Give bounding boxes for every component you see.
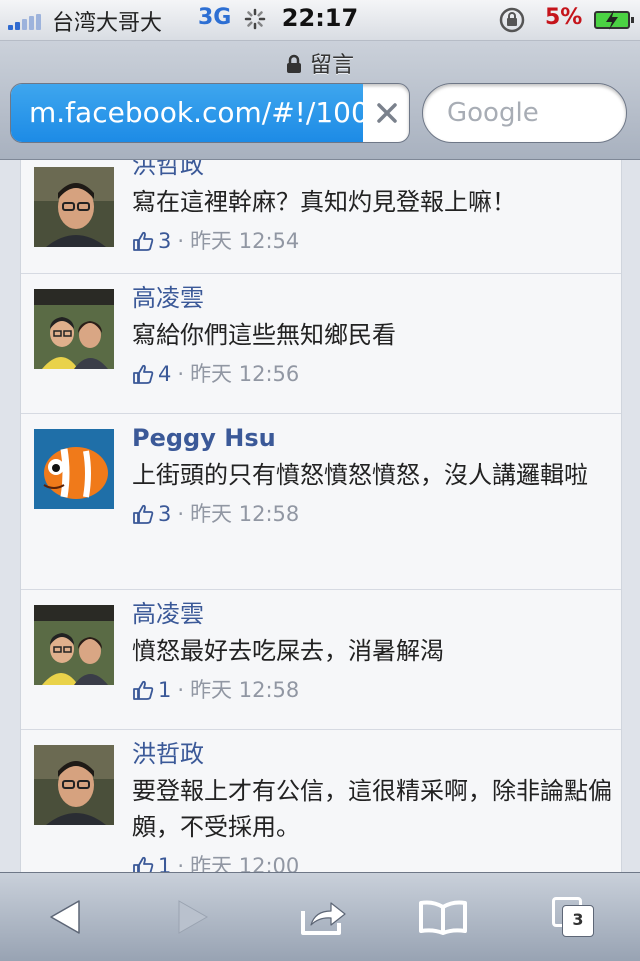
- comment-text: 憤怒最好去吃屎去，消暑解渴: [132, 637, 444, 665]
- comment-text: 上街頭的只有憤怒憤怒憤怒，沒人講邏輯啦: [132, 461, 588, 489]
- search-input[interactable]: Google: [422, 83, 627, 143]
- share-icon: [301, 902, 346, 935]
- comments-card: 洪哲政 寫在這裡幹麻？真知灼見登報上嘛！ 3 · 昨天 12:54 高凌雲 寫給…: [20, 160, 622, 872]
- avatar[interactable]: [34, 429, 114, 509]
- page-title-text: 留言: [309, 53, 354, 78]
- separator: ·: [177, 362, 185, 386]
- thumbs-up-icon[interactable]: [132, 503, 154, 525]
- page-title: 留言: [0, 47, 640, 79]
- close-icon: [377, 103, 397, 123]
- rotation-lock-icon: [499, 7, 525, 33]
- separator: ·: [177, 678, 185, 702]
- comment-meta: 1 · 昨天 12:58: [132, 675, 613, 705]
- comment-item: 高凌雲 憤怒最好去吃屎去，消暑解渴 1 · 昨天 12:58: [21, 590, 621, 730]
- comment-item: 高凌雲 寫給你們這些無知鄉民看 4 · 昨天 12:56: [21, 274, 621, 414]
- comment-time[interactable]: 昨天 12:58: [190, 499, 299, 529]
- avatar[interactable]: [34, 605, 114, 685]
- like-count: 1: [158, 678, 172, 702]
- bookmarks-book-icon: [419, 900, 467, 935]
- comment-author[interactable]: Peggy Hsu: [132, 421, 613, 455]
- comment-time[interactable]: 昨天 12:56: [190, 359, 299, 389]
- search-placeholder: Google: [447, 98, 539, 128]
- comment-text: 寫給你們這些無知鄉民看: [132, 321, 396, 349]
- like-count: 3: [158, 502, 172, 526]
- comment-author[interactable]: 洪哲政: [132, 160, 613, 182]
- comment-body: 洪哲政 寫在這裡幹麻？真知灼見登報上嘛！ 3 · 昨天 12:54: [132, 160, 613, 256]
- bottom-toolbar: 3: [0, 872, 640, 961]
- forward-arrow-icon: [178, 900, 209, 934]
- like-count: 3: [158, 229, 172, 253]
- comment-meta: 3 · 昨天 12:54: [132, 226, 613, 256]
- url-text: m.facebook.com/#!/100: [29, 96, 363, 129]
- comment-body: 洪哲政 要登報上才有公信，這很精采啊，除非論點偏頗，不受採用。 1 · 昨天 1…: [132, 737, 613, 872]
- comment-time[interactable]: 昨天 12:00: [190, 851, 299, 872]
- comment-meta: 1 · 昨天 12:00: [132, 851, 613, 872]
- thumbs-up-icon[interactable]: [132, 855, 154, 872]
- url-field[interactable]: m.facebook.com/#!/100: [10, 83, 410, 143]
- comment-text: 寫在這裡幹麻？真知灼見登報上嘛！: [132, 188, 516, 216]
- comment-author[interactable]: 洪哲政: [132, 737, 613, 771]
- comment-item: 洪哲政 要登報上才有公信，這很精采啊，除非論點偏頗，不受採用。 1 · 昨天 1…: [21, 730, 621, 872]
- share-button[interactable]: [289, 887, 359, 947]
- tab-count: 3: [572, 910, 584, 929]
- comment-body: 高凌雲 寫給你們這些無知鄉民看 4 · 昨天 12:56: [132, 281, 613, 389]
- charging-bolt-icon: [606, 10, 618, 30]
- secure-lock-icon: [286, 54, 301, 73]
- status-bar: 台湾大哥大 3G 22:17 5%: [0, 0, 640, 41]
- comment-meta: 3 · 昨天 12:58: [132, 499, 613, 529]
- comment-time[interactable]: 昨天 12:58: [190, 675, 299, 705]
- comments-list[interactable]: 洪哲政 寫在這裡幹麻？真知灼見登報上嘛！ 3 · 昨天 12:54 高凌雲 寫給…: [0, 160, 640, 872]
- clear-url-button[interactable]: [363, 84, 409, 142]
- browser-toolbar: 留言 m.facebook.com/#!/100 Google: [0, 41, 640, 160]
- avatar[interactable]: [34, 289, 114, 369]
- tabs-button[interactable]: 3: [538, 887, 608, 947]
- comment-body: 高凌雲 憤怒最好去吃屎去，消暑解渴 1 · 昨天 12:58: [132, 597, 613, 705]
- separator: ·: [177, 502, 185, 526]
- clock-time: 22:17: [281, 4, 359, 32]
- like-count: 4: [158, 362, 172, 386]
- comment-body: Peggy Hsu 上街頭的只有憤怒憤怒憤怒，沒人講邏輯啦 3 · 昨天 12:…: [132, 421, 613, 529]
- avatar[interactable]: [34, 167, 114, 247]
- comment-time[interactable]: 昨天 12:54: [190, 226, 299, 256]
- tabs-icon: 3: [550, 895, 596, 939]
- like-count: 1: [158, 854, 172, 872]
- separator: ·: [177, 229, 185, 253]
- comment-meta: 4 · 昨天 12:56: [132, 359, 613, 389]
- comment-author[interactable]: 高凌雲: [132, 281, 613, 315]
- bookmarks-button[interactable]: [408, 887, 478, 947]
- back-arrow-icon: [50, 900, 80, 934]
- thumbs-up-icon[interactable]: [132, 230, 154, 252]
- separator: ·: [177, 854, 185, 872]
- back-button[interactable]: [30, 887, 100, 947]
- forward-button[interactable]: [158, 887, 228, 947]
- comment-text: 要登報上才有公信，這很精采啊，除非論點偏頗，不受採用。: [132, 777, 612, 841]
- avatar[interactable]: [34, 745, 114, 825]
- comment-item: 洪哲政 寫在這裡幹麻？真知灼見登報上嘛！ 3 · 昨天 12:54: [21, 160, 621, 274]
- battery-percent: 5%: [545, 5, 583, 30]
- comment-author[interactable]: 高凌雲: [132, 597, 613, 631]
- url-selection: m.facebook.com/#!/100: [11, 84, 363, 142]
- comment-item: Peggy Hsu 上街頭的只有憤怒憤怒憤怒，沒人講邏輯啦 3 · 昨天 12:…: [21, 414, 621, 590]
- thumbs-up-icon[interactable]: [132, 363, 154, 385]
- thumbs-up-icon[interactable]: [132, 679, 154, 701]
